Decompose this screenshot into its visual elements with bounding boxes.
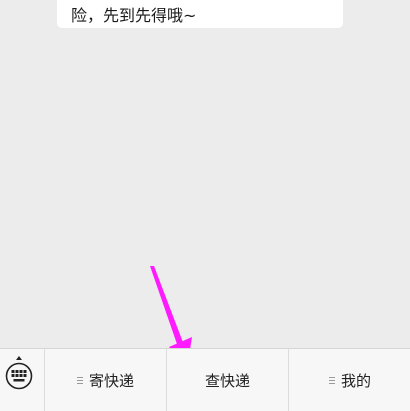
menu-item-label: 我的 <box>340 371 371 390</box>
bottom-menu-bar: 寄快递 查快递 我的 <box>0 348 410 411</box>
keyboard-toggle-button[interactable] <box>0 349 42 411</box>
message-bubble: 险，先到先得哦~ <box>57 0 343 28</box>
chat-area: 险，先到先得哦~ <box>0 0 410 348</box>
submenu-lines-icon <box>76 375 83 386</box>
menu-item-label: 寄快递 <box>88 371 134 390</box>
menu-item-mine[interactable]: 我的 <box>288 349 410 411</box>
menu-item-track-express[interactable]: 查快递 <box>166 349 288 411</box>
menu-item-label: 查快递 <box>204 371 250 390</box>
submenu-lines-icon <box>328 375 335 386</box>
keyboard-icon <box>5 356 33 390</box>
message-text: 险，先到先得哦~ <box>71 6 197 25</box>
menu-item-send-express[interactable]: 寄快递 <box>44 349 166 411</box>
